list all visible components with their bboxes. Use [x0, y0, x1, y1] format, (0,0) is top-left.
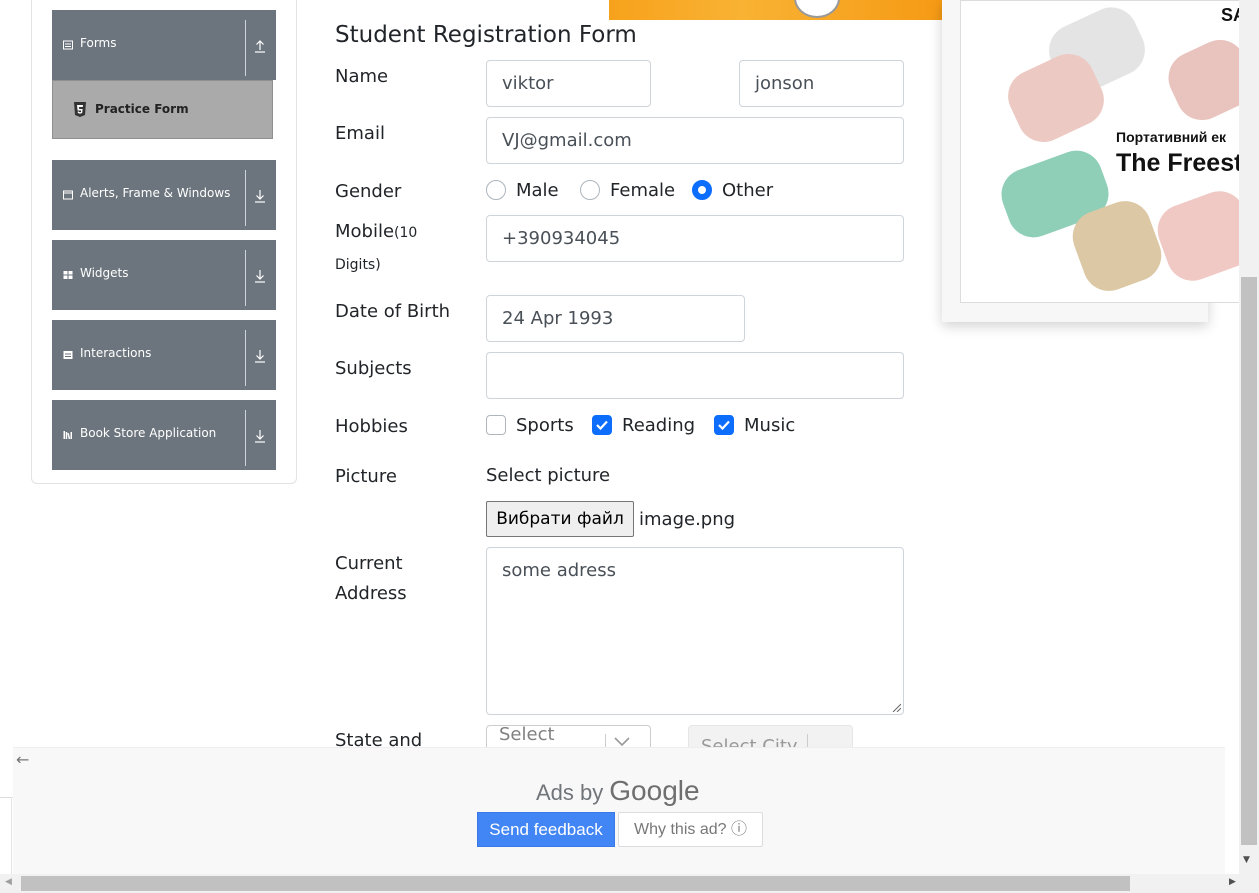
down-arrow-icon[interactable]: [252, 426, 268, 444]
hobby-music-label[interactable]: Music: [744, 414, 795, 438]
subjects-input[interactable]: [486, 352, 904, 399]
hobbies-label: Hobbies: [335, 416, 408, 437]
down-arrow-icon[interactable]: [252, 186, 268, 204]
right-ad-image[interactable]: SA Портативний ек The Freest: [960, 0, 1242, 303]
top-ad-banner[interactable]: [333, 0, 942, 20]
gender-female-label[interactable]: Female: [610, 179, 675, 203]
send-feedback-button[interactable]: Send feedback: [477, 812, 615, 847]
mobile-hint-line2: Digits): [335, 249, 381, 280]
gender-other-label[interactable]: Other: [722, 179, 773, 203]
horizontal-scrollbar-thumb[interactable]: [21, 876, 1130, 891]
projector-graphic: [1159, 31, 1241, 129]
clock-icon: [794, 0, 840, 18]
ad-text-line1: Портативний ек: [1116, 129, 1227, 145]
address-label-line1: Current: [335, 553, 403, 574]
interaction-icon: [63, 351, 73, 359]
hobby-music-checkbox[interactable]: [714, 415, 734, 435]
email-label: Email: [335, 123, 385, 144]
books-icon: [63, 431, 72, 440]
checkmark-icon: [596, 420, 608, 431]
divider: [245, 20, 246, 76]
banner-left: [333, 0, 609, 20]
window-icon: [63, 190, 73, 200]
picture-label: Picture: [335, 466, 397, 487]
state-placeholder: Select: [499, 724, 555, 745]
down-arrow-icon[interactable]: [252, 346, 268, 364]
gender-male-label[interactable]: Male: [516, 179, 559, 203]
up-arrow-icon[interactable]: [252, 36, 268, 54]
sidebar-group-label: Forms: [80, 36, 117, 50]
google-logo: Google: [609, 775, 700, 806]
divider: [245, 410, 246, 466]
html5-icon: [74, 102, 86, 117]
sidebar-group-label: Interactions: [80, 346, 152, 360]
address-text: some adress: [502, 560, 617, 581]
scroll-down-arrow-icon[interactable]: ▼: [1243, 855, 1250, 865]
sidebar-group-label: Book Store Application: [80, 426, 217, 440]
choose-file-button[interactable]: Вибрати файл: [486, 501, 634, 537]
first-name-input[interactable]: viktor: [486, 60, 651, 107]
page-title: Student Registration Form: [335, 22, 637, 48]
divider: [245, 250, 246, 306]
sidebar-group-alerts[interactable]: Alerts, Frame & Windows: [52, 160, 276, 230]
mobile-input[interactable]: +390934045: [486, 215, 904, 262]
ad-text-line2: The Freest: [1116, 149, 1242, 177]
name-label: Name: [335, 66, 389, 87]
hobby-sports-checkbox[interactable]: [486, 415, 506, 435]
resize-grip-icon[interactable]: [891, 702, 901, 712]
mobile-label: Mobile(10: [335, 217, 417, 248]
grid-icon: [63, 271, 73, 279]
projector-graphic: [1150, 183, 1241, 289]
divider: [11, 797, 12, 875]
mobile-hint: (10: [394, 225, 418, 241]
ads-overlay: [13, 747, 1225, 874]
sidebar-item-practice-form[interactable]: Practice Form: [52, 80, 273, 139]
date-of-birth-input[interactable]: 24 Apr 1993: [486, 295, 745, 342]
gender-other-radio[interactable]: [692, 180, 712, 200]
hobby-sports-label[interactable]: Sports: [516, 414, 574, 438]
address-label-line2: Address: [335, 583, 407, 604]
selected-file-name: image.png: [639, 509, 736, 530]
current-address-textarea[interactable]: some adress: [486, 547, 904, 715]
mobile-label-text: Mobile: [335, 221, 395, 242]
dob-label: Date of Birth: [335, 301, 451, 322]
sidebar-group-forms[interactable]: Forms: [52, 10, 276, 80]
sidebar-group-label: Alerts, Frame & Windows: [80, 186, 231, 200]
sidebar-group-book-store[interactable]: Book Store Application: [52, 400, 276, 470]
back-arrow-icon[interactable]: ←: [16, 750, 29, 769]
gender-female-radio[interactable]: [580, 180, 600, 200]
gender-male-radio[interactable]: [486, 180, 506, 200]
last-name-input[interactable]: jonson: [739, 60, 904, 107]
subjects-label: Subjects: [335, 358, 412, 379]
gender-label: Gender: [335, 181, 402, 202]
banner-right: [609, 0, 942, 20]
divider: [245, 330, 246, 386]
checkmark-icon: [718, 420, 730, 431]
why-this-ad-button[interactable]: Why this ad? ⓘ: [618, 812, 763, 847]
email-input[interactable]: VJ@gmail.com: [486, 117, 904, 164]
sidebar-group-interactions[interactable]: Interactions: [52, 320, 276, 390]
scroll-left-arrow-icon[interactable]: ◀: [5, 877, 12, 887]
picture-prompt: Select picture: [486, 465, 611, 486]
sidebar-group-label: Widgets: [80, 266, 129, 280]
hobby-reading-label[interactable]: Reading: [622, 414, 695, 438]
scroll-right-arrow-icon[interactable]: ▶: [1229, 877, 1236, 887]
list-icon: [63, 40, 73, 50]
sidebar-item-label: Practice Form: [95, 102, 189, 116]
ads-by-google: Ads by Google: [536, 775, 700, 807]
sidebar-group-widgets[interactable]: Widgets: [52, 240, 276, 310]
divider: [245, 170, 246, 226]
mobile-hint-2: Digits): [335, 257, 381, 273]
down-arrow-icon[interactable]: [252, 266, 268, 284]
ads-by-text: Ads by: [536, 780, 604, 805]
hobby-reading-checkbox[interactable]: [592, 415, 612, 435]
vertical-scrollbar-thumb[interactable]: [1241, 277, 1257, 845]
